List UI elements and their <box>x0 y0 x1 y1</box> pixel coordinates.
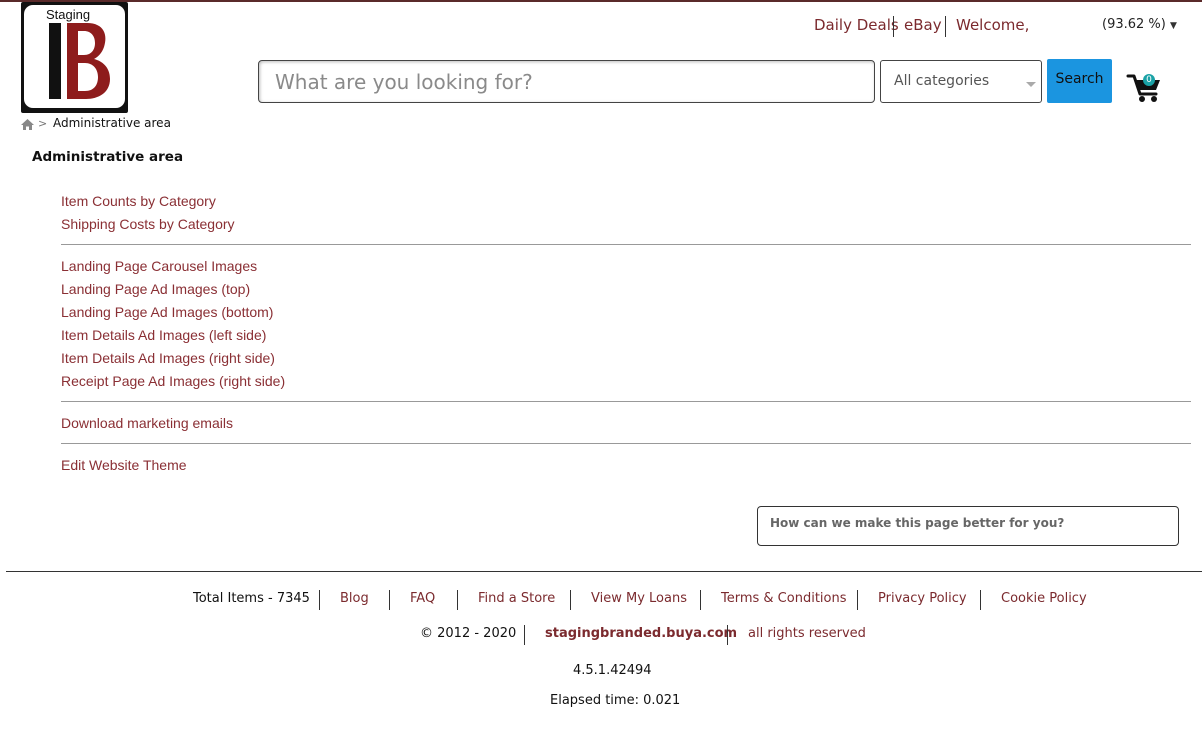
total-items: Total Items - 7345 <box>193 591 310 606</box>
footer-divider <box>6 571 1202 572</box>
footer-separator <box>700 590 701 610</box>
version-text: 4.5.1.42494 <box>573 663 652 678</box>
section-divider <box>61 443 1191 444</box>
footer-separator <box>980 590 981 610</box>
category-select[interactable]: All categories <box>880 60 1042 103</box>
footer-separator <box>389 590 390 610</box>
copyright-text: © 2012 - 2020 <box>420 626 517 641</box>
logo-inner: Staging <box>24 5 125 108</box>
welcome-link[interactable]: Welcome, <box>956 16 1029 34</box>
footer-link-privacy[interactable]: Privacy Policy <box>878 591 967 606</box>
site-domain-link[interactable]: stagingbranded.buya.com <box>545 626 737 641</box>
top-border <box>0 0 1202 2</box>
footer-separator <box>319 590 320 610</box>
footer-link-terms[interactable]: Terms & Conditions <box>721 591 847 606</box>
breadcrumb-current: Administrative area <box>53 116 171 130</box>
download-emails-link[interactable]: Download marketing emails <box>61 415 233 431</box>
footer-link-cookie[interactable]: Cookie Policy <box>1001 591 1087 606</box>
carousel-images-link[interactable]: Landing Page Carousel Images <box>61 258 257 274</box>
daily-deals-link[interactable]: Daily Deals <box>814 16 899 34</box>
footer-separator <box>727 625 728 645</box>
feedback-input[interactable]: How can we make this page better for you… <box>757 506 1179 546</box>
receipt-ad-right-link[interactable]: Receipt Page Ad Images (right side) <box>61 373 285 389</box>
footer-link-view-loans[interactable]: View My Loans <box>591 591 687 606</box>
footer-link-faq[interactable]: FAQ <box>410 591 435 606</box>
item-counts-link[interactable]: Item Counts by Category <box>61 193 216 209</box>
footer-link-find-store[interactable]: Find a Store <box>478 591 555 606</box>
footer-separator <box>524 625 525 645</box>
header-separator <box>893 16 894 37</box>
section-divider <box>61 401 1191 402</box>
cart-count-badge: 0 <box>1143 74 1155 86</box>
landing-ad-bottom-link[interactable]: Landing Page Ad Images (bottom) <box>61 304 273 320</box>
footer-link-blog[interactable]: Blog <box>340 591 369 606</box>
ebay-link[interactable]: eBay <box>904 16 942 34</box>
footer-separator <box>457 590 458 610</box>
page-title: Administrative area <box>32 149 184 165</box>
footer-separator <box>570 590 571 610</box>
item-details-left-link[interactable]: Item Details Ad Images (left side) <box>61 327 266 343</box>
section-divider <box>61 244 1191 245</box>
chevron-down-icon: ▼ <box>1170 21 1177 31</box>
account-percent: (93.62 %) <box>1102 17 1166 32</box>
shipping-costs-link[interactable]: Shipping Costs by Category <box>61 216 235 232</box>
search-button[interactable]: Search <box>1047 59 1112 103</box>
footer-separator <box>857 590 858 610</box>
home-icon[interactable] <box>21 119 34 130</box>
search-input[interactable] <box>258 60 875 103</box>
rights-text: all rights reserved <box>748 626 866 641</box>
item-details-right-link[interactable]: Item Details Ad Images (right side) <box>61 350 275 366</box>
account-percent-menu[interactable]: (93.62 %) ▼ <box>1102 17 1177 32</box>
elapsed-time: Elapsed time: 0.021 <box>550 693 681 708</box>
breadcrumb-separator-icon: > <box>38 117 48 130</box>
chevron-down-icon <box>1026 82 1036 87</box>
site-logo[interactable]: Staging <box>21 2 128 113</box>
logo-text: Staging <box>46 7 91 22</box>
category-selected: All categories <box>894 73 990 89</box>
landing-ad-top-link[interactable]: Landing Page Ad Images (top) <box>61 281 250 297</box>
edit-theme-link[interactable]: Edit Website Theme <box>61 457 187 473</box>
header-separator <box>945 16 946 37</box>
